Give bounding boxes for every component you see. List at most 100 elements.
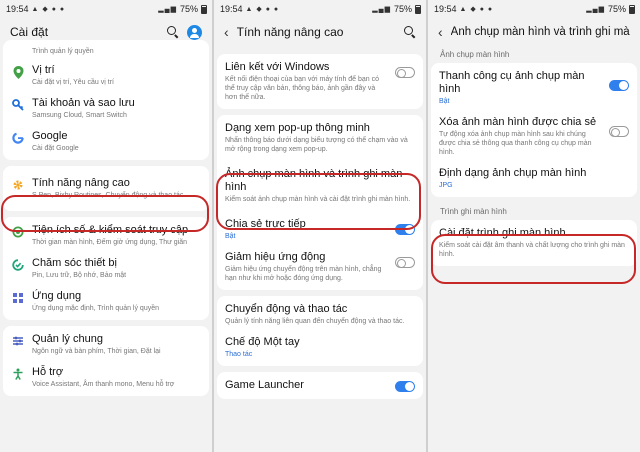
item-delete-shared-screenshots[interactable]: Xóa ảnh màn hình được chia sẻ Tự động xó… xyxy=(431,111,637,162)
google-icon xyxy=(11,132,25,144)
settings-item-accessibility[interactable]: Hỗ trợ Voice Assistant, Âm thanh mono, M… xyxy=(3,361,209,394)
item-title: Hỗ trợ xyxy=(32,366,64,378)
item-title: Google xyxy=(32,130,68,142)
item-title: Cài đặt trình ghi màn hình xyxy=(439,227,566,239)
signal-icon: ▂▄▆ xyxy=(372,6,391,13)
item-subtitle: Cài đặt Google xyxy=(32,145,79,152)
item-title: Định dạng ảnh chụp màn hình xyxy=(439,167,587,179)
section-label-screen-recorder: Trình ghi màn hình xyxy=(440,207,507,216)
item-subtitle: Nhấn thông báo dưới dạng biểu tượng có t… xyxy=(225,137,408,153)
item-screenshot-format[interactable]: Định dạng ảnh chụp màn hình JPG xyxy=(431,162,637,195)
advanced-card-windows: Liên kết với Windows Kết nối điện thoại … xyxy=(217,54,423,109)
battery-percent: 75% xyxy=(179,4,198,14)
notification-icons: ▲ ◆ ● ● xyxy=(31,6,66,13)
item-subtitle: Cài đặt vị trí, Yêu cầu vị trí xyxy=(32,79,114,86)
item-one-handed-mode[interactable]: Chế độ Một tay Thao tác xyxy=(217,331,423,364)
item-direct-share[interactable]: Chia sẻ trực tiếp Bật xyxy=(217,209,423,246)
direct-share-toggle[interactable] xyxy=(395,224,415,235)
settings-item-general-management[interactable]: Quản lý chung Ngôn ngữ và bàn phím, Thời… xyxy=(3,328,209,361)
settings-item-device-care[interactable]: Chăm sóc thiết bị Pin, Lưu trữ, Bộ nhớ, … xyxy=(3,252,209,285)
notification-icons: ▲ ◆ ● ● xyxy=(245,6,280,13)
settings-panel: 19:54 ▲ ◆ ● ● ▂▄▆ 75% Cài đặt Trình quản… xyxy=(0,0,212,452)
page-title: Ảnh chụp màn hình và trình ghi màn hình xyxy=(450,26,630,38)
item-subtitle: Bật xyxy=(439,98,450,105)
item-title: Xóa ảnh màn hình được chia sẻ xyxy=(439,116,597,128)
item-subtitle: Kiểm soát ảnh chụp màn hình và cài đặt t… xyxy=(225,196,411,203)
battery-icon xyxy=(415,4,421,14)
item-title: Ảnh chụp màn hình và trình ghi màn hình xyxy=(225,168,403,193)
general-management-icon xyxy=(11,335,25,347)
screenshots-card: Thanh công cụ ảnh chụp màn hình Bật Xóa … xyxy=(431,63,637,197)
account-avatar-icon[interactable] xyxy=(187,24,202,40)
settings-item-accounts-backup[interactable]: Tài khoản và sao lưu Samsung Cloud, Smar… xyxy=(3,92,209,125)
item-game-launcher[interactable]: Game Launcher xyxy=(217,374,423,397)
device-care-icon xyxy=(11,259,25,271)
signal-icon: ▂▄▆ xyxy=(586,6,605,13)
battery-percent: 75% xyxy=(393,4,412,14)
status-bar: 19:54 ▲ ◆ ● ● ▂▄▆ 75% xyxy=(428,0,640,18)
item-subtitle: Kiểm soát cài đặt âm thanh và chất lượng… xyxy=(439,242,625,258)
link-to-windows-toggle[interactable] xyxy=(395,67,415,78)
apps-icon xyxy=(11,292,25,304)
settings-item-digital-wellbeing[interactable]: Tiện ích số & kiểm soát truy cập Thời gi… xyxy=(3,219,209,252)
search-icon[interactable] xyxy=(404,26,416,38)
search-icon[interactable] xyxy=(167,26,179,38)
back-arrow-icon[interactable]: ‹ xyxy=(224,24,229,40)
page-title: Cài đặt xyxy=(10,25,49,39)
item-subtitle: S Pen, Bixby Routines, Chuyển động và th… xyxy=(32,192,184,199)
battery-icon xyxy=(629,4,635,14)
settings-card-system: Quản lý chung Ngôn ngữ và bàn phím, Thời… xyxy=(3,326,209,396)
game-launcher-toggle[interactable] xyxy=(395,381,415,392)
item-subtitle: Voice Assistant, Âm thanh mono, Menu hỗ … xyxy=(32,381,175,388)
item-reduce-animations[interactable]: Giảm hiệu ứng động Giảm hiệu ứng chuyển … xyxy=(217,246,423,288)
item-title: Game Launcher xyxy=(225,379,304,391)
screenshot-toolbar-toggle[interactable] xyxy=(609,80,629,91)
item-title: Chia sẻ trực tiếp xyxy=(225,218,306,230)
advanced-features-panel: 19:54 ▲ ◆ ● ● ▂▄▆ 75% ‹ Tính năng nâng c… xyxy=(214,0,426,452)
item-title: Chăm sóc thiết bị xyxy=(32,257,117,269)
item-title: Dạng xem pop-up thông minh xyxy=(225,122,370,134)
screen-recorder-card: Cài đặt trình ghi màn hình Kiểm soát cài… xyxy=(431,220,637,266)
settings-item-apps[interactable]: Ứng dụng Ứng dụng mặc định, Trình quản l… xyxy=(3,285,209,318)
notification-icons: ▲ ◆ ● ● xyxy=(459,6,494,13)
item-screen-recorder-settings[interactable]: Cài đặt trình ghi màn hình Kiểm soát cài… xyxy=(431,222,637,264)
item-smart-popup-view[interactable]: Dạng xem pop-up thông minh Nhấn thông bá… xyxy=(217,117,423,159)
signal-icon: ▂▄▆ xyxy=(158,6,177,13)
item-title: Chuyển động và thao tác xyxy=(225,303,348,315)
item-subtitle: Tự động xóa ảnh chụp màn hình sau khi ch… xyxy=(439,131,592,156)
settings-card-partial: Trình quản lý quyền Vị trí Cài đặt vị tr… xyxy=(3,40,209,160)
status-time: 19:54 xyxy=(6,4,29,14)
reduce-animations-toggle[interactable] xyxy=(395,257,415,268)
item-subtitle: Kết nối điện thoại của bạn với máy tính … xyxy=(225,76,380,101)
item-title: Quản lý chung xyxy=(32,333,103,345)
settings-item-permissions[interactable]: Trình quản lý quyền xyxy=(3,42,209,59)
item-title: Chế độ Một tay xyxy=(225,336,300,348)
item-screenshot-toolbar[interactable]: Thanh công cụ ảnh chụp màn hình Bật xyxy=(431,65,637,111)
item-subtitle: Ngôn ngữ và bàn phím, Thời gian, Đặt lại xyxy=(32,348,161,355)
key-icon xyxy=(11,99,25,111)
item-subtitle: Samsung Cloud, Smart Switch xyxy=(32,112,127,119)
advanced-card-motions: Chuyển động và thao tác Quản lý tính năn… xyxy=(217,296,423,366)
page-title: Tính năng nâng cao xyxy=(236,25,344,39)
item-subtitle: Pin, Lưu trữ, Bộ nhớ, Bảo mật xyxy=(32,272,127,279)
item-subtitle: Quản lý tính năng liên quan đến chuyển đ… xyxy=(225,318,405,325)
screenshots-recorder-panel: 19:54 ▲ ◆ ● ● ▂▄▆ 75% ‹ Ảnh chụp màn hìn… xyxy=(428,0,640,452)
item-title: Vị trí xyxy=(32,64,55,76)
delete-shared-toggle[interactable] xyxy=(609,126,629,137)
item-motions-gestures[interactable]: Chuyển động và thao tác Quản lý tính năn… xyxy=(217,298,423,331)
item-link-to-windows[interactable]: Liên kết với Windows Kết nối điện thoại … xyxy=(217,56,423,107)
accessibility-icon xyxy=(11,368,25,380)
settings-item-location[interactable]: Vị trí Cài đặt vị trí, Yêu cầu vị trí xyxy=(3,59,209,92)
settings-item-advanced-features[interactable]: Tính năng nâng cao S Pen, Bixby Routines… xyxy=(3,172,209,205)
advanced-features-icon xyxy=(11,179,25,191)
settings-item-google[interactable]: Google Cài đặt Google xyxy=(3,125,209,158)
back-arrow-icon[interactable]: ‹ xyxy=(438,24,443,40)
section-label-screenshots: Ảnh chụp màn hình xyxy=(440,50,510,59)
item-subtitle: Giảm hiệu ứng chuyển động trên màn hình,… xyxy=(225,266,382,282)
battery-percent: 75% xyxy=(607,4,626,14)
item-title: Liên kết với Windows xyxy=(225,61,330,73)
status-bar: 19:54 ▲ ◆ ● ● ▂▄▆ 75% xyxy=(0,0,212,18)
item-subtitle: Ứng dụng mặc định, Trình quản lý quyền xyxy=(32,305,160,312)
item-screenshots-recorder[interactable]: Ảnh chụp màn hình và trình ghi màn hình … xyxy=(217,159,423,209)
advanced-header: ‹ Tính năng nâng cao xyxy=(214,18,426,46)
